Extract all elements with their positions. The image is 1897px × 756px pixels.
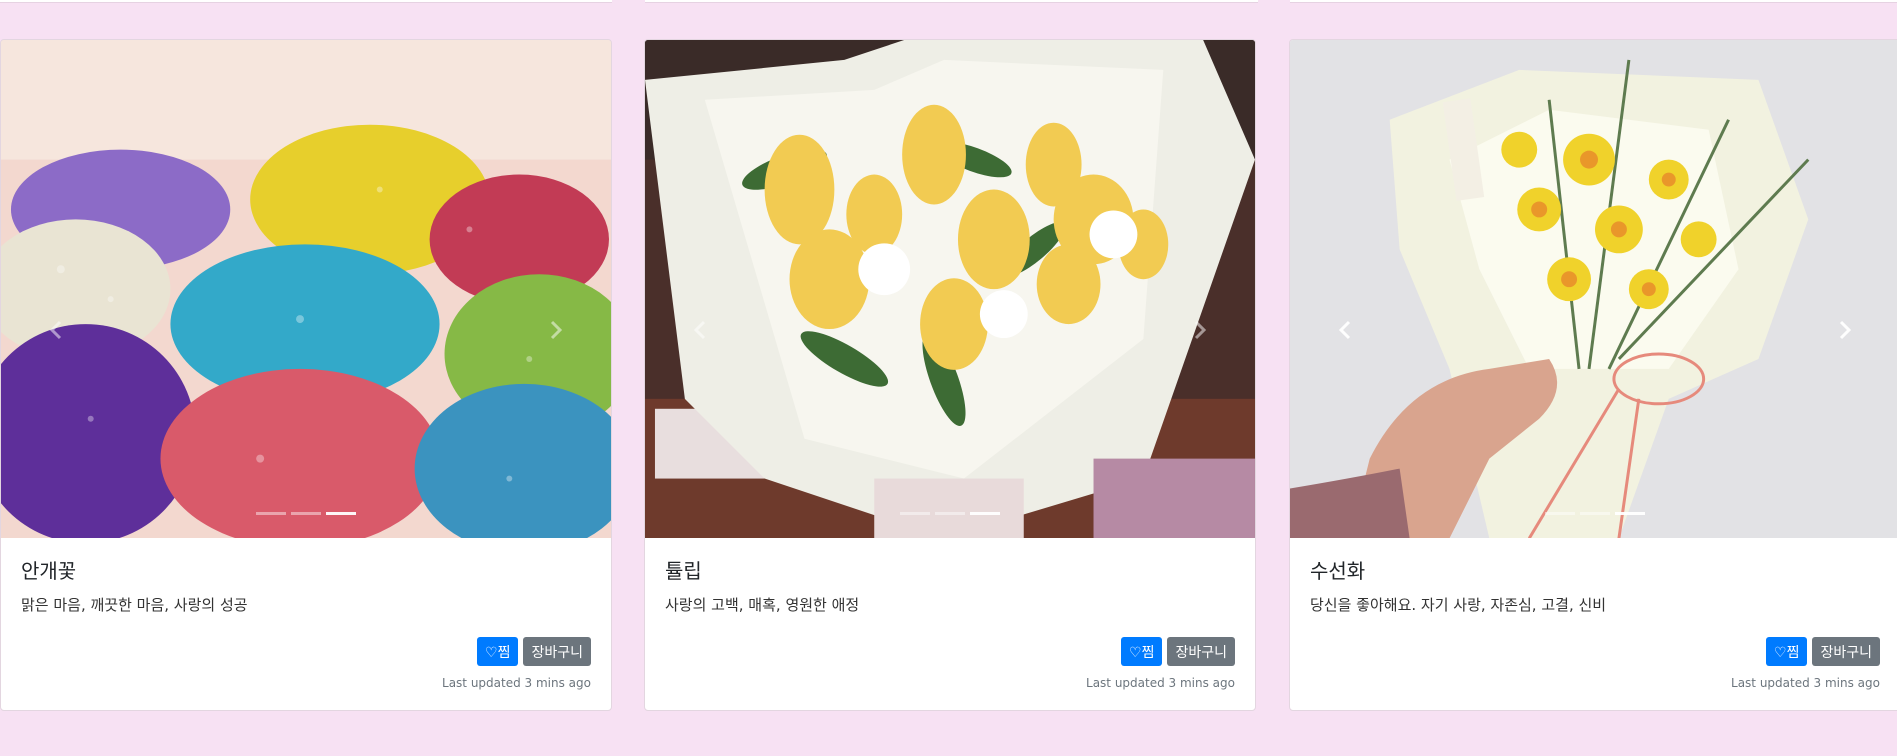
carousel-prev-button[interactable]: [685, 310, 715, 350]
carousel-indicators: [1, 512, 611, 515]
last-updated-text: Last updated 3 mins ago: [442, 676, 591, 690]
previous-card-edge: [645, 0, 1258, 3]
card-body: 안개꽃 맑은 마음, 깨끗한 마음, 사랑의 성공 ♡찜 장바구니 Last u…: [1, 540, 611, 710]
card-actions: ♡찜 장바구니: [477, 637, 591, 666]
image-carousel[interactable]: [1, 40, 611, 540]
carousel-indicator-active[interactable]: [1615, 512, 1645, 515]
carousel-indicator[interactable]: [1580, 512, 1610, 515]
product-card: 튤립 사랑의 고백, 매혹, 영원한 애정 ♡찜 장바구니 Last updat…: [644, 39, 1256, 711]
flower-photo: [1290, 40, 1897, 539]
carousel-indicator[interactable]: [291, 512, 321, 515]
carousel-indicator-active[interactable]: [970, 512, 1000, 515]
card-description: 맑은 마음, 깨끗한 마음, 사랑의 성공: [21, 596, 248, 614]
carousel-next-button[interactable]: [541, 310, 571, 350]
image-carousel[interactable]: [1290, 40, 1897, 540]
add-to-cart-button[interactable]: 장바구니: [1812, 637, 1880, 666]
product-grid: 안개꽃 맑은 마음, 깨끗한 마음, 사랑의 성공 ♡찜 장바구니 Last u…: [0, 0, 1897, 756]
chevron-left-icon: [693, 320, 706, 340]
carousel-indicator[interactable]: [1545, 512, 1575, 515]
image-carousel[interactable]: [645, 40, 1255, 540]
carousel-indicator[interactable]: [900, 512, 930, 515]
product-card: 수선화 당신을 좋아해요. 자기 사랑, 자존심, 고결, 신비 ♡찜 장바구니…: [1289, 39, 1897, 711]
add-to-cart-button[interactable]: 장바구니: [523, 637, 591, 666]
like-button[interactable]: ♡찜: [477, 637, 519, 666]
previous-card-edge: [0, 0, 612, 3]
card-description: 사랑의 고백, 매혹, 영원한 애정: [665, 596, 860, 614]
carousel-indicator[interactable]: [935, 512, 965, 515]
card-title: 수선화: [1310, 559, 1366, 583]
add-to-cart-button[interactable]: 장바구니: [1167, 637, 1235, 666]
carousel-prev-button[interactable]: [1330, 310, 1360, 350]
chevron-left-icon: [1338, 320, 1351, 340]
flower-photo: [1, 40, 611, 539]
carousel-next-button[interactable]: [1830, 310, 1860, 350]
flower-photo: [645, 40, 1255, 539]
card-body: 튤립 사랑의 고백, 매혹, 영원한 애정 ♡찜 장바구니 Last updat…: [645, 540, 1255, 710]
card-title: 안개꽃: [21, 559, 77, 583]
chevron-right-icon: [1194, 320, 1207, 340]
card-actions: ♡찜 장바구니: [1766, 637, 1880, 666]
carousel-prev-button[interactable]: [41, 310, 71, 350]
like-button[interactable]: ♡찜: [1766, 637, 1808, 666]
carousel-next-button[interactable]: [1185, 310, 1215, 350]
carousel-indicator-active[interactable]: [326, 512, 356, 515]
product-card: 안개꽃 맑은 마음, 깨끗한 마음, 사랑의 성공 ♡찜 장바구니 Last u…: [0, 39, 612, 711]
like-button[interactable]: ♡찜: [1121, 637, 1163, 666]
last-updated-text: Last updated 3 mins ago: [1731, 676, 1880, 690]
card-body: 수선화 당신을 좋아해요. 자기 사랑, 자존심, 고결, 신비 ♡찜 장바구니…: [1290, 540, 1897, 710]
chevron-left-icon: [49, 320, 62, 340]
last-updated-text: Last updated 3 mins ago: [1086, 676, 1235, 690]
carousel-indicator[interactable]: [256, 512, 286, 515]
card-title: 튤립: [665, 559, 702, 583]
previous-card-edge: [1290, 0, 1897, 3]
card-description: 당신을 좋아해요. 자기 사랑, 자존심, 고결, 신비: [1310, 596, 1607, 614]
carousel-indicators: [1290, 512, 1897, 515]
carousel-indicators: [645, 512, 1255, 515]
card-actions: ♡찜 장바구니: [1121, 637, 1235, 666]
chevron-right-icon: [1839, 320, 1852, 340]
chevron-right-icon: [550, 320, 563, 340]
